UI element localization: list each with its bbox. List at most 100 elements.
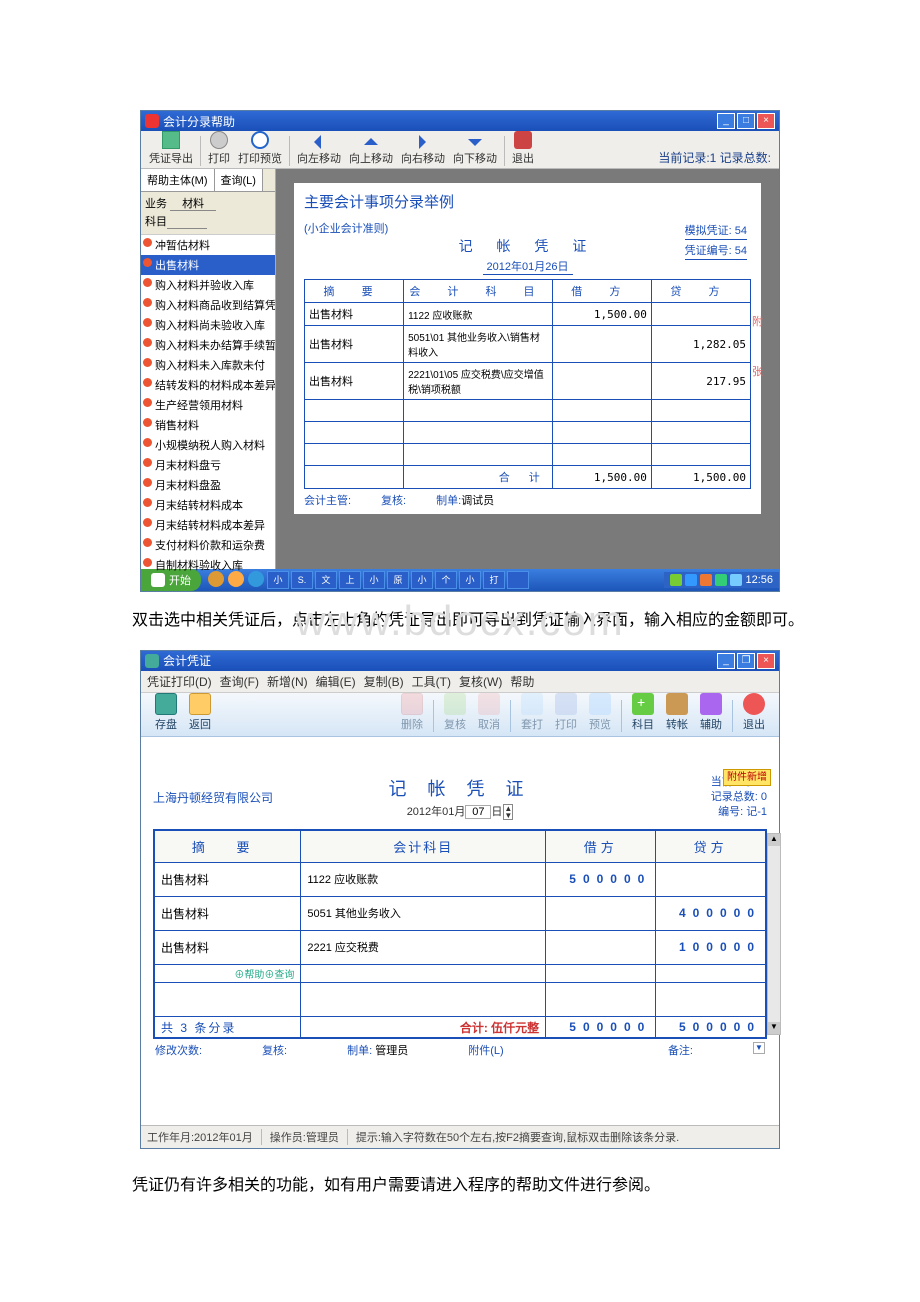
sidebar-item[interactable]: 冲暂估材料 — [141, 235, 275, 255]
sidebar-item[interactable]: 销售材料 — [141, 415, 275, 435]
move-left-button[interactable]: 向左移动 — [293, 135, 345, 166]
menu-item[interactable]: 编辑(E) — [316, 673, 356, 690]
menu-item[interactable]: 帮助 — [510, 673, 534, 690]
save-button[interactable]: 存盘 — [149, 693, 183, 732]
menu-item[interactable]: 查询(F) — [220, 673, 259, 690]
sidebar-item[interactable]: 支付材料价款和运杂费 — [141, 535, 275, 555]
sidebar-item[interactable]: 结转发料的材料成本差异 — [141, 375, 275, 395]
sidebar-item[interactable]: 出售材料 — [141, 255, 275, 275]
date-spinner[interactable]: ▲▼ — [503, 804, 513, 820]
export-voucher-button[interactable]: 凭证导出 — [145, 131, 197, 166]
sidebar-item[interactable]: 购入材料尚未验收入库 — [141, 315, 275, 335]
subject-value[interactable] — [167, 216, 207, 229]
voucher-paper[interactable]: 主要会计事项分录举例 (小企业会计准则) 记 帐 凭 证 2012年01月26日… — [294, 183, 761, 514]
sidebar-item[interactable]: 自制材料验收入库 — [141, 555, 275, 575]
attachment[interactable]: 附件(L) — [468, 1042, 503, 1058]
sidebar-item[interactable]: 小规模纳税人购入材料 — [141, 435, 275, 455]
arrow-left-icon — [311, 135, 327, 149]
sidebar-item[interactable]: 月末结转材料成本 — [141, 495, 275, 515]
help-window: 会计分录帮助 _ □ × 凭证导出 打印 打印预览 向左移动 向上移动 向右移动… — [140, 110, 780, 592]
move-up-button[interactable]: 向上移动 — [345, 135, 397, 166]
col-summary: 摘 要 — [154, 830, 301, 863]
close-button[interactable]: × — [757, 653, 775, 669]
taskbar-item[interactable] — [507, 571, 529, 589]
maximize-button[interactable]: □ — [737, 113, 755, 129]
taskbar-item[interactable]: 小 — [411, 571, 433, 589]
minimize-button[interactable]: _ — [717, 653, 735, 669]
title-bar[interactable]: 会计分录帮助 _ □ × — [141, 111, 779, 131]
voucher-no: 凭证编号: 54 — [685, 242, 747, 260]
record-info: 当前记录:1 记录总数: — [658, 149, 775, 166]
attachment-add-button[interactable]: 附件新增 — [723, 769, 771, 786]
sidebar-item[interactable]: 购入材料并验收入库 — [141, 275, 275, 295]
taskbar-item[interactable]: 打 — [483, 571, 505, 589]
table-row[interactable]: 出售材料2221\01\05 应交税费\应交增值税\销项税额217.95 — [305, 363, 751, 400]
export-icon — [162, 131, 180, 149]
biz-value[interactable]: 材料 — [170, 198, 216, 211]
table-row[interactable]: 出售材料2221 应交税费100000 — [154, 930, 766, 964]
sidebar-item[interactable]: 购入材料商品收到结算凭证 — [141, 295, 275, 315]
cancel-button: 取消 — [472, 693, 506, 732]
move-right-button[interactable]: 向右移动 — [397, 135, 449, 166]
subject-label: 科目 — [145, 216, 167, 228]
taskbar-item[interactable]: 小 — [363, 571, 385, 589]
exit-button[interactable]: 退出 — [737, 693, 771, 732]
taskbar-item[interactable]: 文 — [315, 571, 337, 589]
close-button[interactable]: × — [757, 113, 775, 129]
tray-icon[interactable] — [700, 574, 712, 586]
taskbar-item[interactable]: 上 — [339, 571, 361, 589]
tray-icon[interactable] — [730, 574, 742, 586]
menu-item[interactable]: 新增(N) — [267, 673, 308, 690]
table-row[interactable] — [305, 444, 751, 466]
transfer-button[interactable]: 转帐 — [660, 693, 694, 732]
sidebar-item[interactable]: 购入材料未办结算手续暂估 — [141, 335, 275, 355]
app-icon — [145, 114, 159, 128]
taskbar-item[interactable]: 原 — [387, 571, 409, 589]
sidebar-item[interactable]: 月末材料盘亏 — [141, 455, 275, 475]
sidebar-item[interactable]: 生产经营领用材料 — [141, 395, 275, 415]
exit-button[interactable]: 退出 — [508, 131, 538, 166]
tray-icon[interactable] — [685, 574, 697, 586]
print-button[interactable]: 打印 — [204, 131, 234, 166]
menu-item[interactable]: 复核(W) — [459, 673, 502, 690]
table-row[interactable]: 出售材料5051 其他业务收入400000 — [154, 896, 766, 930]
table-row[interactable]: 出售材料1122 应收账款1,500.00 — [305, 303, 751, 326]
attach-label-1: 附 — [752, 313, 763, 329]
move-down-button[interactable]: 向下移动 — [449, 135, 501, 166]
table-row[interactable]: 出售材料5051\01 其他业务收入\销售材料收入1,282.05 — [305, 326, 751, 363]
date-day-input[interactable] — [465, 805, 491, 819]
tray-icon[interactable] — [670, 574, 682, 586]
windows-icon — [151, 573, 165, 587]
sidebar-item[interactable]: 月末结转材料成本差异 — [141, 515, 275, 535]
menu-item[interactable]: 凭证打印(D) — [147, 673, 212, 690]
minimize-button[interactable]: _ — [717, 113, 735, 129]
print-preview-button[interactable]: 打印预览 — [234, 131, 286, 166]
menu-item[interactable]: 工具(T) — [412, 673, 451, 690]
subject-button[interactable]: 科目 — [626, 693, 660, 732]
sidebar-tab-query[interactable]: 查询(L) — [215, 169, 263, 191]
sidebar-item[interactable]: 购入材料未入库款未付 — [141, 355, 275, 375]
aux-button[interactable]: 辅助 — [694, 693, 728, 732]
table-row[interactable] — [305, 400, 751, 422]
table-row[interactable] — [154, 982, 766, 1016]
back-button[interactable]: 返回 — [183, 693, 217, 732]
vertical-scrollbar[interactable]: ▲ ▼ — [767, 833, 781, 1036]
attach-label-2: 张 — [752, 363, 763, 379]
system-tray[interactable]: 12:56 — [664, 572, 779, 588]
sidebar-tab-main[interactable]: 帮助主体(M) — [141, 169, 215, 191]
taskbar-item[interactable]: S. — [291, 571, 313, 589]
zoom-icon — [251, 131, 269, 149]
table-row[interactable] — [305, 422, 751, 444]
memo-dropdown[interactable]: ▼ — [753, 1042, 765, 1054]
taskbar-item[interactable]: 小 — [459, 571, 481, 589]
tray-icon[interactable] — [715, 574, 727, 586]
title-bar[interactable]: 会计凭证 _ ❐ × — [141, 651, 779, 671]
voucher-entry-table: 摘 要 会计科目 借方 贷方 出售材料1122 应收账款500000出售材料50… — [153, 829, 767, 1040]
sidebar-item[interactable]: 月末材料盘盈 — [141, 475, 275, 495]
restore-button[interactable]: ❐ — [737, 653, 755, 669]
menu-item[interactable]: 复制(B) — [364, 673, 404, 690]
table-row[interactable]: 出售材料1122 应收账款500000 — [154, 862, 766, 896]
taskbar-item[interactable]: 个 — [435, 571, 457, 589]
transfer-icon — [666, 693, 688, 715]
save-icon — [155, 693, 177, 715]
